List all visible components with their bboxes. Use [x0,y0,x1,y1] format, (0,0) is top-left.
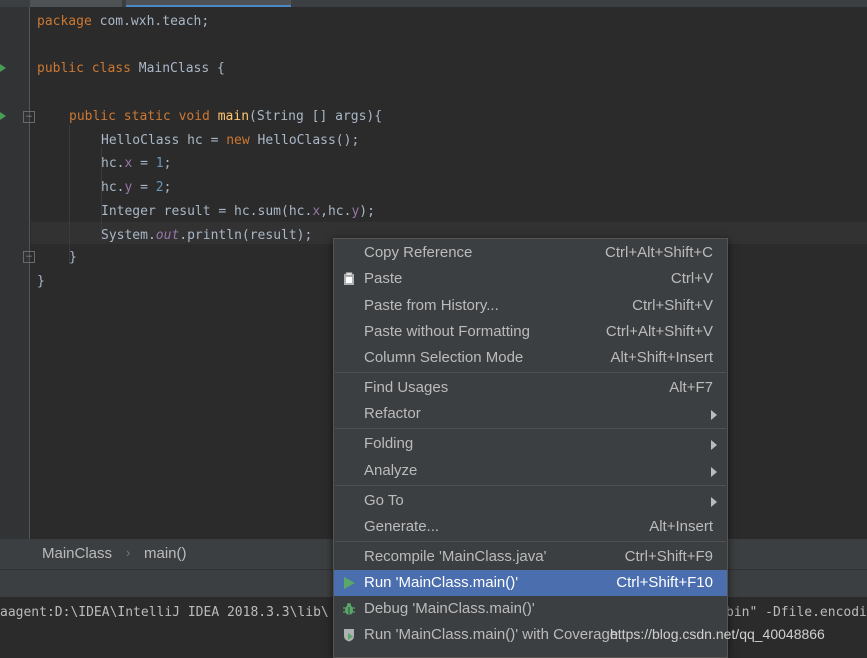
menu-item-folding[interactable]: Folding [334,431,727,457]
editor-tab-mainclass[interactable] [126,0,291,7]
coverage-icon [344,629,354,642]
debug-icon [343,603,355,615]
menu-item-go-to[interactable]: Go To [334,488,727,514]
menu-item-paste-without-formatting[interactable]: Paste without Formatting Ctrl+Alt+Shift+V [334,319,727,345]
console-output-line: aagent:D:\IDEA\IntelliJ IDEA 2018.3.3\li… [0,605,329,620]
menu-separator [335,485,726,486]
menu-item-generate[interactable]: Generate... Alt+Insert [334,514,727,540]
menu-item-paste-from-history[interactable]: Paste from History... Ctrl+Shift+V [334,293,727,319]
code-line-9: Integer result = hc.sum(hc.x,hc.y); [101,204,375,219]
fold-end-icon[interactable]: − [23,251,35,263]
code-line-3: public class MainClass { [37,61,225,76]
editor-gutter: − − [0,7,35,539]
breadcrumb-class[interactable]: MainClass [42,545,112,562]
editor-tab-strip [0,0,867,7]
menu-item-copy-reference[interactable]: Copy Reference Ctrl+Alt+Shift+C [334,240,727,266]
menu-item-find-usages[interactable]: Find Usages Alt+F7 [334,375,727,401]
code-line-5: public static void main(String [] args){ [69,109,383,124]
submenu-arrow-icon [711,467,717,477]
run-method-gutter-icon[interactable] [0,112,6,120]
submenu-arrow-icon [711,410,717,420]
code-line-12: } [37,274,45,289]
menu-separator [335,372,726,373]
submenu-arrow-icon [711,497,717,507]
menu-item-debug-main[interactable]: Debug 'MainClass.main()' [334,596,727,622]
editor-tab-helloclass[interactable] [30,0,122,7]
clipboard-icon [344,272,354,285]
code-line-1: package com.wxh.teach; [37,14,210,29]
menu-item-column-selection-mode[interactable]: Column Selection Mode Alt+Shift+Insert [334,345,727,371]
menu-item-recompile[interactable]: Recompile 'MainClass.java' Ctrl+Shift+F9 [334,544,727,570]
code-line-8: hc.y = 2; [101,180,172,195]
run-class-gutter-icon[interactable] [0,64,6,72]
menu-item-run-main[interactable]: Run 'MainClass.main()' Ctrl+Shift+F10 [334,570,727,596]
code-line-6: HelloClass hc = new HelloClass(); [101,133,360,148]
run-icon [344,577,355,589]
breadcrumb-method[interactable]: main() [144,545,187,562]
menu-separator [335,428,726,429]
code-line-11: } [69,250,77,265]
console-output-line-tail: bin" -Dfile.encodi [726,605,867,620]
menu-item-paste[interactable]: Paste Ctrl+V [334,266,727,292]
indent-guide [69,125,70,265]
fold-method-icon[interactable]: − [23,111,35,123]
menu-item-refactor[interactable]: Refactor [334,401,727,427]
watermark-url: https://blog.csdn.net/qq_40048866 [610,626,825,642]
breadcrumb-separator: › [126,545,131,560]
menu-separator [335,541,726,542]
code-line-10: System.out.println(result); [101,228,313,243]
submenu-arrow-icon [711,440,717,450]
menu-item-analyze[interactable]: Analyze [334,458,727,484]
code-line-7: hc.x = 1; [101,156,172,171]
editor-context-menu: Copy Reference Ctrl+Alt+Shift+C Paste Ctrl… [333,238,728,658]
